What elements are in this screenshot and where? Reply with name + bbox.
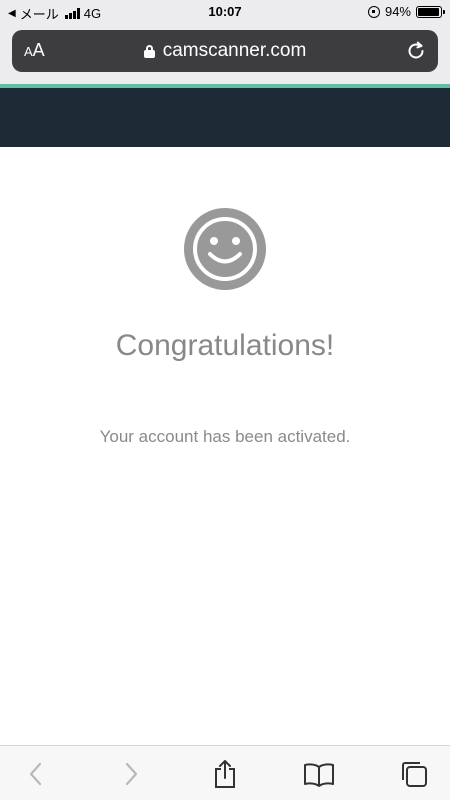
smiley-icon [184, 208, 266, 290]
activation-message: Your account has been activated. [99, 427, 351, 446]
lock-icon [143, 44, 155, 58]
url-display[interactable]: camscanner.com [12, 40, 438, 62]
page-title: Congratulations! [115, 329, 335, 362]
back-icon [29, 762, 42, 786]
url-domain: camscanner.com [162, 40, 307, 61]
site-header [0, 84, 450, 147]
bookmarks-icon [304, 763, 334, 787]
status-bar: ◀ メール 4G 10:07 94% [0, 0, 450, 24]
status-right: 94% [367, 4, 445, 19]
browser-chrome: ◀ メール 4G 10:07 94% AA camscanner.com [0, 0, 450, 84]
reload-icon[interactable] [404, 39, 428, 63]
forward-button[interactable] [115, 758, 147, 790]
share-icon [215, 760, 235, 788]
main-content: Congratulations! Your account has been a… [0, 147, 450, 745]
share-button[interactable] [209, 758, 241, 790]
back-button[interactable] [20, 758, 52, 790]
tabs-icon [402, 762, 427, 787]
address-bar[interactable]: AA camscanner.com [12, 30, 438, 72]
battery-percent: 94% [384, 4, 411, 19]
battery-icon [416, 5, 445, 18]
bookmarks-button[interactable] [303, 758, 335, 790]
forward-icon [125, 762, 138, 786]
safari-toolbar [0, 745, 450, 800]
battery-fill [418, 7, 439, 16]
orientation-lock-icon [367, 5, 380, 18]
tabs-button[interactable] [398, 758, 430, 790]
